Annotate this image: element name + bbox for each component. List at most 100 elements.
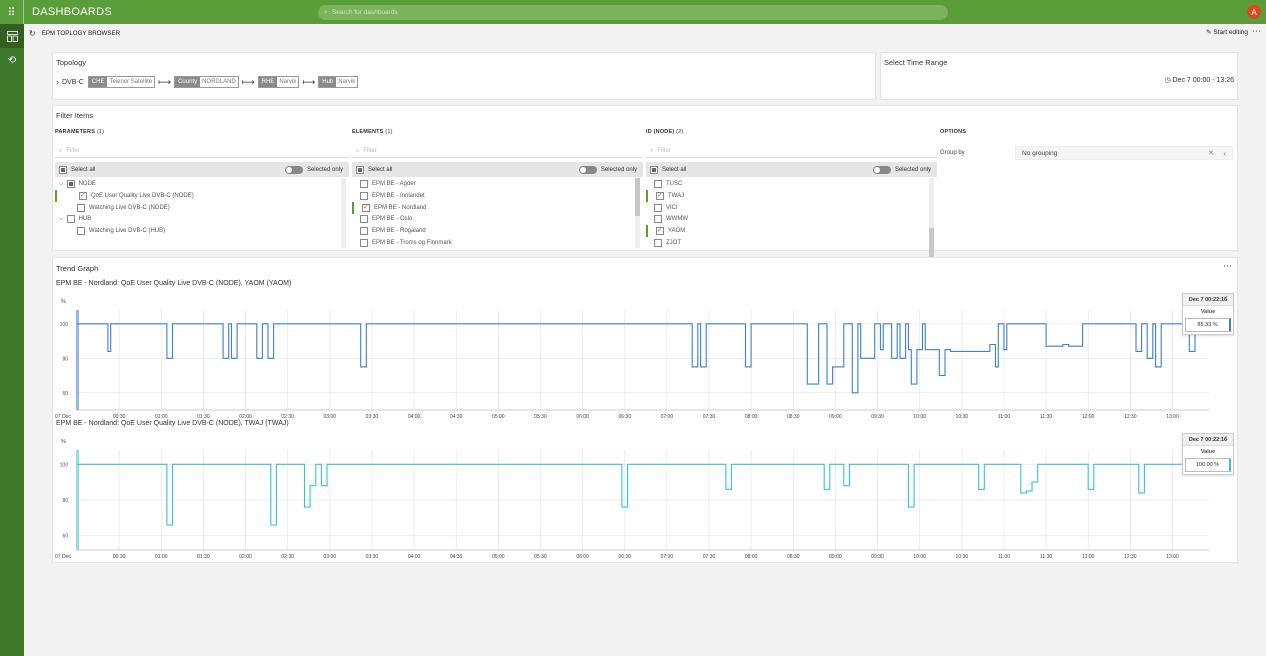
item-checkbox[interactable] (654, 180, 662, 188)
item-checkbox[interactable] (656, 226, 664, 236)
select-all-checkbox[interactable] (59, 165, 67, 174)
tooltip-header: Value (1200, 449, 1216, 455)
ids-list-item[interactable]: TWAJ (646, 189, 927, 202)
topology-chip[interactable]: County NORDLAND (174, 76, 239, 88)
topology-root[interactable]: DVB-C (62, 79, 84, 86)
select-all-checkbox[interactable] (356, 165, 364, 174)
item-checkbox[interactable] (360, 191, 368, 200)
parameters-filter-input[interactable]: ⌕ Filter (55, 145, 349, 158)
item-checkbox[interactable] (66, 180, 75, 188)
x-tick-label: 03:30 (366, 414, 379, 420)
tooltip-header: Value (1200, 309, 1216, 315)
elements-scrollbar[interactable] (635, 178, 640, 248)
elements-list-item[interactable]: EPM BE - Innlandet (352, 190, 633, 202)
trend-chart[interactable]: %608010007 Dec 00:30 01:00 01:30 02:00 02:30 0… (53, 433, 1239, 561)
item-label: EPM BE - Innlandet (372, 192, 425, 199)
item-checkbox[interactable] (66, 215, 75, 224)
parameters-list-item[interactable]: ⌵ NODE (55, 178, 339, 190)
expand-chevron-icon[interactable]: ⌵ (59, 181, 64, 188)
ids-list-item[interactable]: ZJOT (646, 237, 927, 249)
x-tick-label: 07:30 (703, 554, 716, 560)
ids-scrollbar[interactable] (929, 178, 934, 266)
item-checkbox[interactable] (77, 203, 85, 212)
x-tick-label: 13:00 (1166, 414, 1179, 420)
item-label: EPM BE - Rogaland (372, 228, 426, 235)
item-checkbox[interactable] (362, 203, 370, 212)
selected-only-toggle[interactable] (872, 165, 891, 174)
topology-title: Topology (56, 58, 87, 67)
topology-chip[interactable]: RHE Narvik (257, 76, 300, 88)
ids-filter-input[interactable]: ⌕ Filter (646, 145, 937, 158)
x-tick-label: 12:00 (1082, 554, 1095, 560)
x-tick-label: 06:00 (576, 554, 589, 560)
x-tick-label: 04:00 (408, 414, 421, 420)
item-checkbox[interactable] (654, 215, 662, 224)
select-all-label[interactable]: Select all (71, 167, 95, 173)
page-more-icon[interactable]: ⋯ (1252, 26, 1261, 37)
dashboards-icon[interactable] (0, 24, 24, 48)
history-icon[interactable]: ⟲ (0, 48, 24, 72)
search-input[interactable]: ⌕ Search for dashboards (318, 5, 948, 20)
expand-chevron-icon[interactable]: ⌵ (59, 216, 64, 223)
item-checkbox[interactable] (360, 227, 368, 236)
trend-more-icon[interactable]: ⋯ (1223, 261, 1232, 272)
parameters-list-item[interactable]: Watching Live DVB-C (HUB) (55, 225, 339, 237)
elements-count: (1) (385, 129, 393, 135)
app-launcher-icon[interactable]: ⠿ (0, 0, 24, 24)
chip-key: CHE (88, 77, 108, 87)
clear-icon[interactable]: ✕ (1208, 149, 1214, 157)
elements-list-item[interactable]: EPM BE - Rogaland (352, 225, 633, 237)
item-checkbox[interactable] (360, 215, 368, 224)
ids-list-item[interactable]: TUSC (646, 178, 927, 190)
x-tick-label: 12:30 (1124, 414, 1137, 420)
selected-only-toggle[interactable] (578, 165, 597, 174)
ids-list-item[interactable]: VICI (646, 202, 927, 214)
sidebar: ⟲ (0, 24, 24, 656)
avatar[interactable]: A (1247, 5, 1261, 19)
trend-chart[interactable]: %608010007 Dec 00:30 01:00 01:30 02:00 02:30 0… (53, 293, 1239, 421)
select-all-label[interactable]: Select all (662, 167, 686, 173)
topology-chip[interactable]: Hub Narvik (318, 76, 359, 88)
tooltip-collapse-icon[interactable]: ‹ (1225, 292, 1228, 302)
x-tick-label: 10:30 (956, 414, 969, 420)
time-range-picker[interactable]: ◷ Dec 7 00:00 - 13:26 (1164, 76, 1234, 84)
elements-list-item[interactable]: EPM BE - Agder (352, 178, 633, 190)
ids-list-item[interactable]: YAOM (646, 225, 927, 238)
app-brand[interactable]: DASHBOARDS (32, 6, 318, 18)
select-all-checkbox[interactable] (650, 165, 658, 174)
item-checkbox[interactable] (656, 191, 664, 200)
item-label: TUSC (666, 181, 683, 187)
x-tick-label: 06:30 (618, 554, 631, 560)
select-all-label[interactable]: Select all (368, 167, 392, 173)
y-tick-label: 60 (62, 534, 68, 540)
item-checkbox[interactable] (77, 227, 85, 236)
x-tick-label: 01:00 (155, 554, 168, 560)
parameters-count: (1) (96, 129, 105, 135)
start-editing-button[interactable]: ✎ Start editing (1206, 28, 1248, 36)
item-checkbox[interactable] (79, 191, 87, 200)
elements-list-item[interactable]: EPM BE - Nordland (352, 201, 633, 214)
elements-filter-input[interactable]: ⌕ Filter (352, 145, 643, 158)
chevron-right-icon[interactable]: › (56, 77, 59, 87)
elements-list-item[interactable]: EPM BE - Oslo (352, 213, 633, 225)
x-tick-label: 00:30 (113, 554, 126, 560)
item-checkbox[interactable] (360, 180, 368, 188)
x-tick-label: 10:30 (956, 554, 969, 560)
selected-only-toggle[interactable] (284, 165, 303, 174)
chevron-left-icon[interactable]: ‹ (1223, 149, 1226, 158)
elements-list-item[interactable]: EPM BE - Troms og Finnmark (352, 237, 633, 249)
item-checkbox[interactable] (654, 239, 662, 247)
item-checkbox[interactable] (360, 239, 368, 247)
tooltip-collapse-icon[interactable]: ‹ (1225, 432, 1228, 442)
parameters-list-item[interactable]: Watching Live DVB-C (NODE) (55, 202, 339, 214)
ids-list-item[interactable]: WWMW (646, 213, 927, 225)
parameters-list-item[interactable]: ⌵ HUB (55, 213, 339, 225)
item-checkbox[interactable] (654, 203, 662, 212)
parameters-scrollbar[interactable] (341, 178, 346, 248)
parameters-list-item[interactable]: QoE User Quality Live DVB-C (NODE) (55, 189, 339, 202)
reload-icon[interactable]: ↻ (29, 29, 36, 38)
parameters-column-title: PARAMETERS (1) (55, 129, 105, 135)
topology-chip[interactable]: CHE Telenor Satellite (87, 76, 156, 88)
x-tick-label: 11:00 (998, 414, 1010, 420)
group-by-select[interactable]: No grouping ✕ ‹ (1015, 146, 1233, 160)
